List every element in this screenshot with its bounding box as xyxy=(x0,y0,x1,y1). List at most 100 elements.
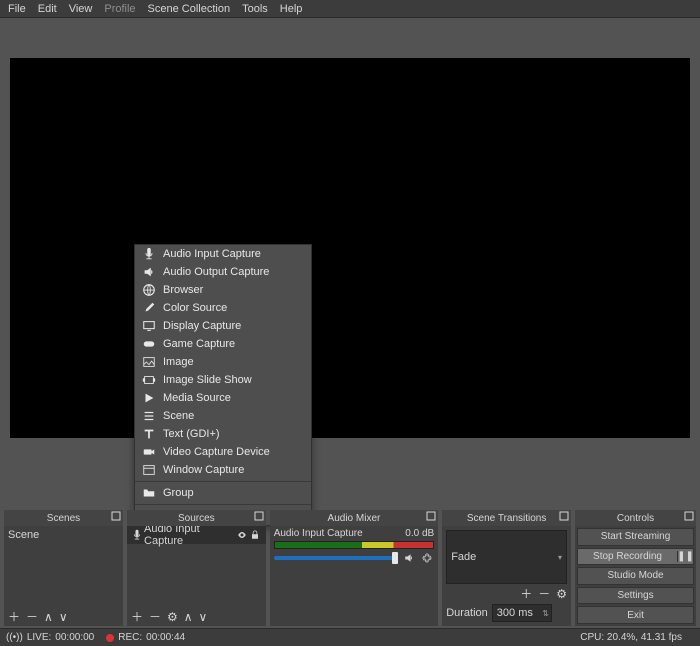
pause-recording-button[interactable]: ❚❚ xyxy=(677,551,693,562)
scene-item[interactable]: Scene xyxy=(4,526,123,544)
exit-button[interactable]: Exit xyxy=(577,606,694,624)
globe-icon xyxy=(141,282,157,298)
source-properties-button[interactable]: ⚙ xyxy=(167,611,178,623)
stop-recording-label: Stop Recording xyxy=(578,551,677,562)
menu-game-capture[interactable]: Game Capture xyxy=(135,335,311,353)
menu-image-slide-show[interactable]: Image Slide Show xyxy=(135,371,311,389)
settings-button[interactable]: Settings xyxy=(577,587,694,605)
menubar-scene-collection[interactable]: Scene Collection xyxy=(142,1,237,17)
add-scene-button[interactable]: ＋ xyxy=(8,611,20,623)
menu-text-gdi[interactable]: Text (GDI+) xyxy=(135,425,311,443)
remove-scene-button[interactable]: － xyxy=(26,611,38,623)
menu-audio-input-capture[interactable]: Audio Input Capture xyxy=(135,245,311,263)
duration-value: 300 ms xyxy=(497,607,533,619)
menubar-view[interactable]: View xyxy=(63,1,99,17)
menu-item-label: Color Source xyxy=(163,302,227,314)
menubar-edit[interactable]: Edit xyxy=(32,1,63,17)
mixer-list: Audio Input Capture 0.0 dB xyxy=(270,526,439,626)
menu-item-label: Game Capture xyxy=(163,338,235,350)
menu-item-label: Browser xyxy=(163,284,203,296)
menu-item-label: Text (GDI+) xyxy=(163,428,220,440)
preview-area: Audio Input Capture Audio Output Capture… xyxy=(0,18,700,508)
dock-audio-mixer: Audio Mixer Audio Input Capture 0.0 dB xyxy=(270,510,439,626)
mute-button[interactable] xyxy=(402,551,416,565)
menu-display-capture[interactable]: Display Capture xyxy=(135,317,311,335)
duration-input[interactable]: 300 ms xyxy=(492,604,552,622)
menubar-help[interactable]: Help xyxy=(274,1,309,17)
visibility-toggle[interactable] xyxy=(236,528,249,542)
menu-image[interactable]: Image xyxy=(135,353,311,371)
add-transition-button[interactable]: ＋ xyxy=(520,588,532,600)
dock-row: Scenes Scene ＋ － ∧ ∨ Sources Audio Input… xyxy=(0,508,700,628)
popout-icon[interactable] xyxy=(684,511,694,524)
sources-list[interactable]: Audio Input Capture xyxy=(127,526,266,608)
menu-item-label: Audio Input Capture xyxy=(163,248,261,260)
menu-browser[interactable]: Browser xyxy=(135,281,311,299)
menu-item-label: Display Capture xyxy=(163,320,241,332)
popout-icon[interactable] xyxy=(254,511,264,524)
menu-item-label: Audio Output Capture xyxy=(163,266,269,278)
scenes-list[interactable]: Scene xyxy=(4,526,123,608)
dock-title: Sources xyxy=(178,513,215,524)
move-source-up-button[interactable]: ∧ xyxy=(184,611,193,623)
lock-toggle[interactable] xyxy=(249,528,262,542)
volume-slider[interactable] xyxy=(274,556,399,560)
gamepad-icon xyxy=(141,336,157,352)
menu-window-capture[interactable]: Window Capture xyxy=(135,461,311,479)
list-icon xyxy=(141,408,157,424)
add-source-button[interactable]: ＋ xyxy=(131,611,143,623)
camera-icon xyxy=(141,444,157,460)
mixer-meter xyxy=(274,541,435,549)
start-streaming-button[interactable]: Start Streaming xyxy=(577,528,694,546)
dock-controls: Controls Start Streaming Stop Recording … xyxy=(575,510,696,626)
menu-item-label: Scene xyxy=(163,410,194,422)
preview-canvas[interactable] xyxy=(10,58,690,438)
record-indicator-icon xyxy=(106,634,114,642)
menubar-profile[interactable]: Profile xyxy=(98,1,141,17)
dock-title: Scene Transitions xyxy=(467,513,547,524)
menu-color-source[interactable]: Color Source xyxy=(135,299,311,317)
popout-icon[interactable] xyxy=(111,511,121,524)
statusbar: ((•)) LIVE: 00:00:00 REC: 00:00:44 CPU: … xyxy=(0,628,700,646)
popout-icon[interactable] xyxy=(426,511,436,524)
speaker-icon xyxy=(141,264,157,280)
move-scene-down-button[interactable]: ∨ xyxy=(59,611,68,623)
move-scene-up-button[interactable]: ∧ xyxy=(44,611,53,623)
transition-select[interactable]: Fade xyxy=(446,530,567,584)
menu-media-source[interactable]: Media Source xyxy=(135,389,311,407)
menubar: File Edit View Profile Scene Collection … xyxy=(0,0,700,18)
menu-item-label: Window Capture xyxy=(163,464,244,476)
dock-scenes-header[interactable]: Scenes xyxy=(4,510,123,526)
menu-scene[interactable]: Scene xyxy=(135,407,311,425)
play-icon xyxy=(141,390,157,406)
popout-icon[interactable] xyxy=(559,511,569,524)
menu-audio-output-capture[interactable]: Audio Output Capture xyxy=(135,263,311,281)
menu-item-label: Group xyxy=(163,487,194,499)
dock-mixer-header[interactable]: Audio Mixer xyxy=(270,510,439,526)
duration-label: Duration xyxy=(446,607,488,619)
dock-transitions: Scene Transitions Fade ＋ － ⚙ Duration 30… xyxy=(442,510,571,626)
menu-video-capture-device[interactable]: Video Capture Device xyxy=(135,443,311,461)
move-source-down-button[interactable]: ∨ xyxy=(199,611,208,623)
transition-properties-button[interactable]: ⚙ xyxy=(556,588,567,600)
dock-sources-header[interactable]: Sources xyxy=(127,510,266,526)
stop-recording-button[interactable]: Stop Recording ❚❚ xyxy=(577,548,694,566)
source-item[interactable]: Audio Input Capture xyxy=(127,526,266,544)
menu-group[interactable]: Group xyxy=(135,484,311,502)
add-source-menu: Audio Input Capture Audio Output Capture… xyxy=(134,244,312,526)
menu-separator xyxy=(135,504,311,505)
menubar-file[interactable]: File xyxy=(2,1,32,17)
mic-icon xyxy=(141,246,157,262)
slideshow-icon xyxy=(141,372,157,388)
dock-transitions-header[interactable]: Scene Transitions xyxy=(442,510,571,526)
dock-controls-header[interactable]: Controls xyxy=(575,510,696,526)
menu-item-label: Media Source xyxy=(163,392,231,404)
brush-icon xyxy=(141,300,157,316)
remove-transition-button[interactable]: － xyxy=(538,588,550,600)
remove-source-button[interactable]: － xyxy=(149,611,161,623)
studio-mode-button[interactable]: Studio Mode xyxy=(577,567,694,585)
mixer-settings-button[interactable] xyxy=(420,551,434,565)
menu-separator xyxy=(135,481,311,482)
menubar-tools[interactable]: Tools xyxy=(236,1,274,17)
mixer-channel-label: Audio Input Capture xyxy=(274,528,363,539)
